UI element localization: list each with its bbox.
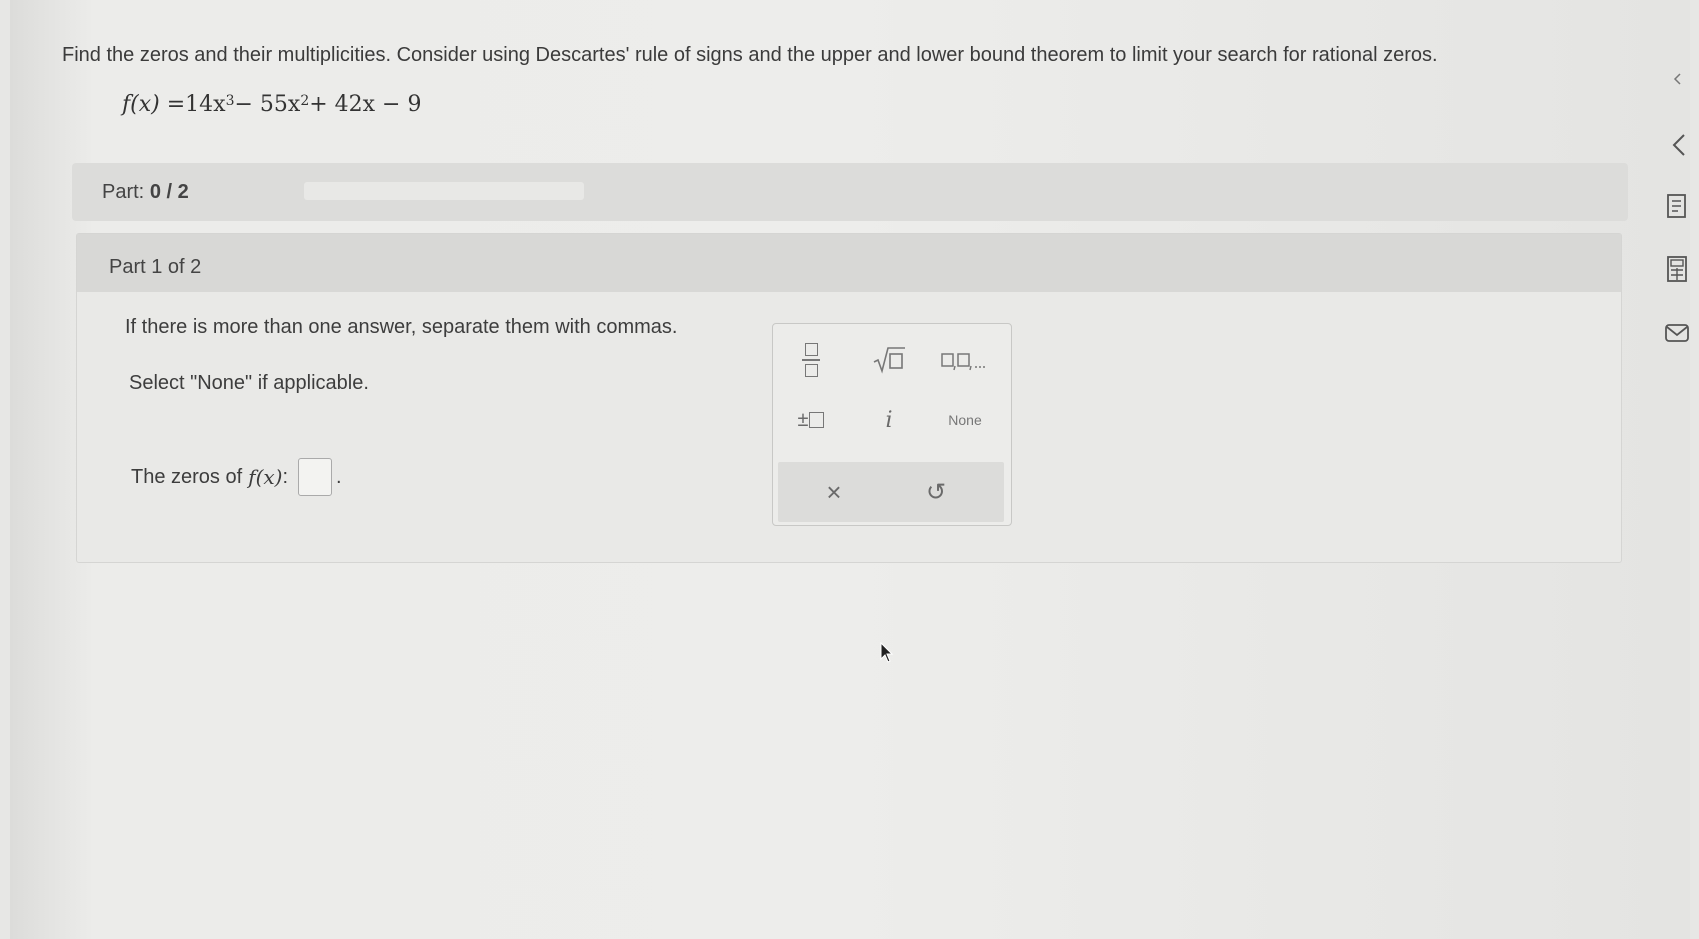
undo-icon[interactable]: ↺	[906, 470, 966, 514]
formula-exp-1: 3	[225, 93, 235, 109]
question-text: Find the zeros and their multiplicities.…	[62, 44, 1438, 66]
answer-input[interactable]	[298, 458, 333, 496]
keypad-actions: × ↺	[778, 462, 1004, 522]
zeros-period: .	[336, 465, 342, 488]
formula-term-1: 14x	[185, 92, 226, 117]
part-progress-label: Part: 0 / 2	[102, 181, 189, 204]
part-progress-header: Part: 0 / 2	[72, 163, 1628, 221]
zeros-colon: :	[282, 465, 289, 488]
expand-arrow-icon[interactable]	[1664, 132, 1690, 158]
formula-term-3: + 42x − 9	[309, 92, 422, 117]
page: Find the zeros and their multiplicities.…	[10, 0, 1690, 939]
zeros-label: The zeros of	[131, 465, 243, 488]
part-title: Part 1 of 2	[77, 234, 1621, 292]
part-label-text: Part:	[102, 181, 145, 203]
instruction-commas: If there is more than one answer, separa…	[125, 316, 678, 338]
instruction-none: Select "None" if applicable.	[129, 372, 369, 394]
clear-icon[interactable]: ×	[804, 470, 864, 514]
worksheet-icon[interactable]	[1664, 193, 1690, 219]
fraction-icon[interactable]	[781, 338, 841, 382]
plusminus-icon[interactable]: ±	[781, 398, 841, 442]
imaginary-i-icon[interactable]: i	[859, 398, 919, 442]
collapse-chevron-icon[interactable]	[1664, 66, 1690, 92]
function-formula: f(x) = 14x 3 − 55x 2 + 42x − 9	[122, 92, 421, 117]
calculator-icon[interactable]	[1664, 256, 1690, 282]
sqrt-icon[interactable]	[859, 338, 919, 382]
none-button[interactable]: None	[935, 398, 995, 442]
zeros-answer-line: The zeros of f(x) : .	[131, 458, 342, 496]
pointer-cursor-icon	[880, 641, 896, 669]
formula-term-2: − 55x	[234, 92, 301, 117]
list-icon[interactable]	[935, 338, 995, 382]
progress-bar	[304, 182, 584, 200]
math-keypad: ± i None × ↺	[772, 323, 1012, 526]
formula-exp-2: 2	[300, 93, 310, 109]
mail-icon[interactable]	[1664, 320, 1690, 346]
zeros-fx: f(x)	[248, 465, 283, 489]
plusminus-symbol: ±	[797, 408, 809, 431]
part-count: 0 / 2	[149, 181, 189, 203]
formula-lhs: f(x) =	[122, 92, 186, 117]
